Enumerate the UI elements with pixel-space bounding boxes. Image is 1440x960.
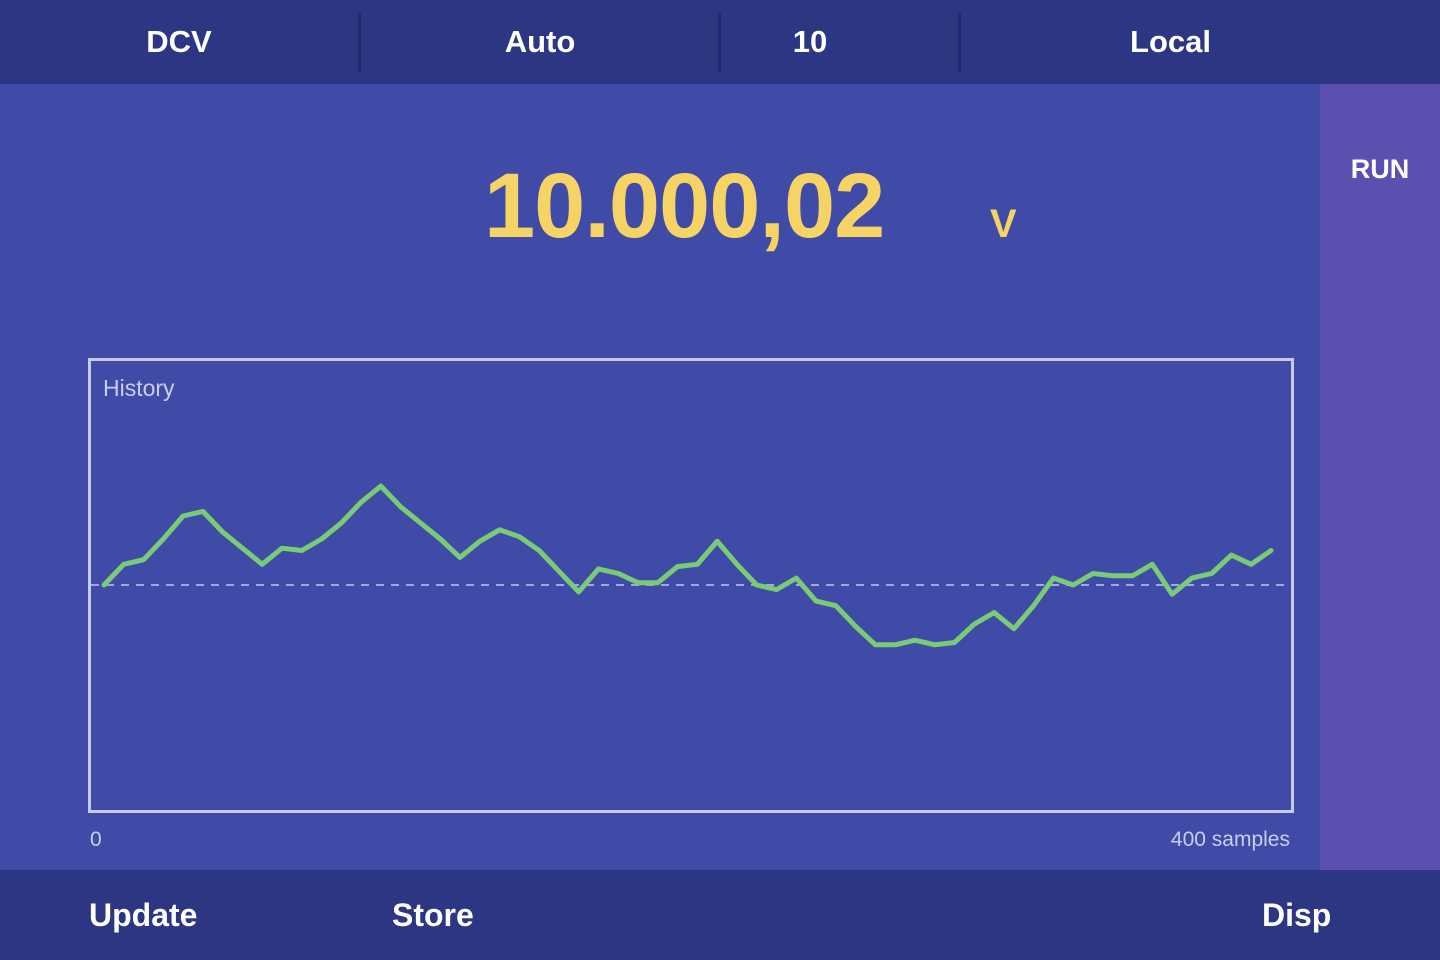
- x-axis-start-label: 0: [90, 828, 102, 851]
- range-label: Auto: [504, 24, 576, 59]
- function-label: DCV: [146, 24, 212, 59]
- history-plot: [91, 483, 1291, 648]
- range-button[interactable]: Auto: [361, 0, 719, 84]
- nplc-label: 10: [792, 24, 828, 59]
- reading-value: 10.000,02: [484, 155, 885, 257]
- main-display: 10.000,02 V History 0 400 samples: [0, 84, 1320, 870]
- store-softkey[interactable]: Store: [392, 870, 474, 960]
- reading-unit: V: [990, 202, 1017, 246]
- disp-softkey[interactable]: Disp: [1262, 870, 1331, 960]
- softkey-bar: Update Store Disp: [0, 870, 1440, 960]
- status-sidebar: RUN: [1320, 84, 1440, 870]
- function-button[interactable]: DCV: [0, 0, 358, 84]
- update-softkey[interactable]: Update: [89, 870, 197, 960]
- x-axis-end-label: 400 samples: [1170, 828, 1290, 851]
- run-status[interactable]: RUN: [1320, 154, 1440, 185]
- mode-button[interactable]: Local: [961, 0, 1380, 84]
- nplc-button[interactable]: 10: [721, 0, 899, 84]
- mode-label: Local: [1130, 24, 1211, 59]
- top-bar: DCV Auto 10 Local: [0, 0, 1440, 84]
- history-chart: History: [88, 358, 1294, 813]
- history-trace: [101, 483, 1274, 648]
